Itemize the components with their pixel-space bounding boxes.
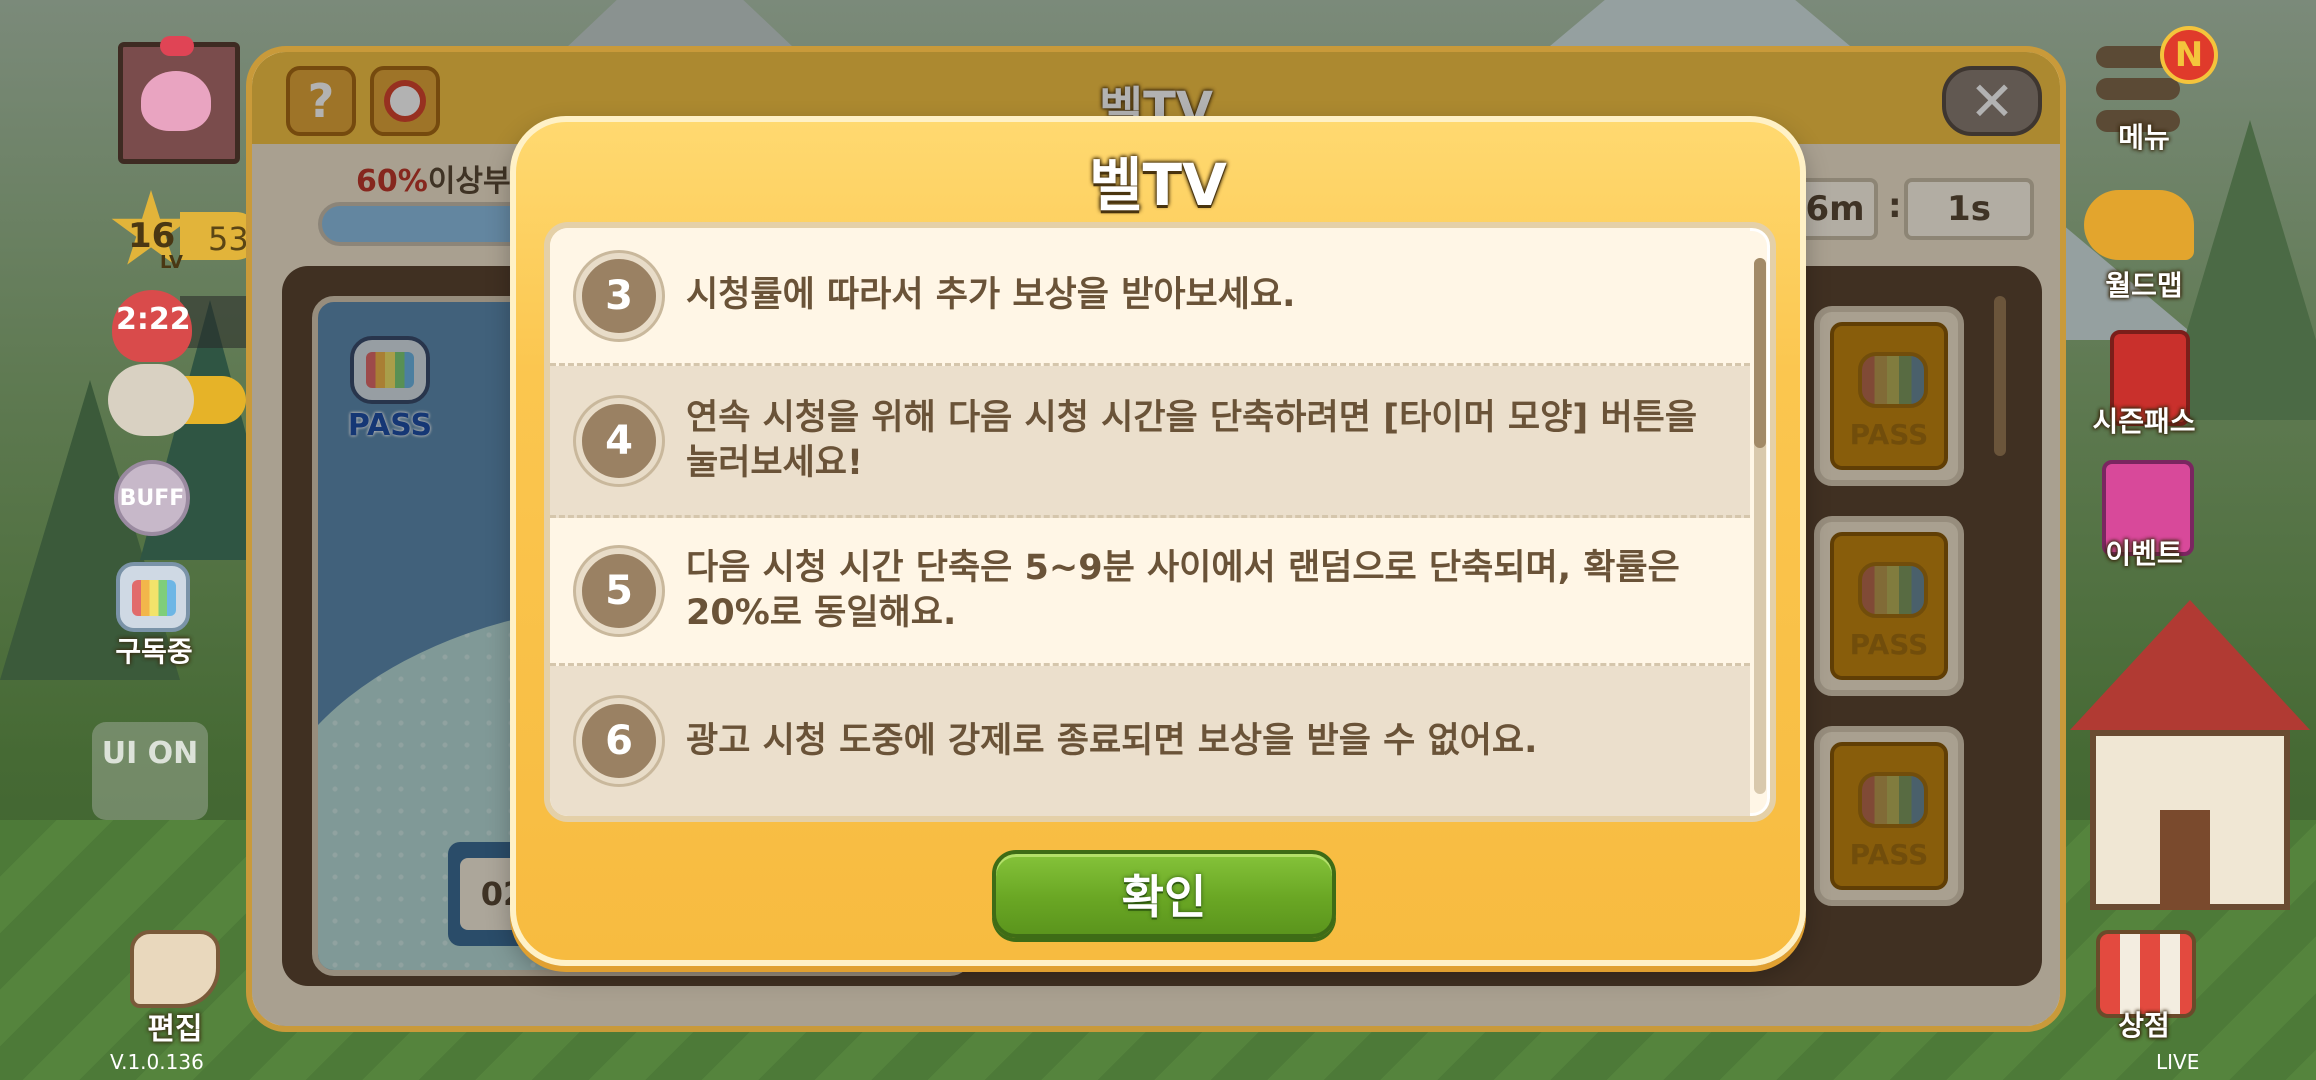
list-item: 3 시청률에 따라서 추가 보상을 받아보세요.: [550, 228, 1750, 366]
season-pass-label: 시즌패스: [2092, 405, 2196, 438]
info-list[interactable]: 3 시청률에 따라서 추가 보상을 받아보세요. 4 연속 시청을 위해 다음 …: [544, 222, 1776, 822]
shop-label: 상점: [2118, 1009, 2170, 1042]
item-text: 다음 시청 시간 단축은 5~9분 사이에서 랜덤으로 단축되며, 확률은 20…: [686, 547, 1680, 633]
avatar-bow-decoration: [160, 36, 194, 56]
subscription-label: 구독중: [115, 635, 193, 668]
level-number: 16: [128, 216, 176, 256]
edit-brush-icon[interactable]: [130, 930, 220, 1008]
village-house: [2060, 600, 2316, 930]
list-item: 6 광고 시청 도중에 강제로 종료되면 보상을 받을 수 없어요.: [550, 666, 1750, 816]
live-text: LIVE: [2156, 1050, 2200, 1074]
item-number-badge: 5: [576, 547, 662, 634]
menu-label: 메뉴: [2118, 121, 2170, 154]
item-text: 연속 시청을 위해 다음 시청 시간을 단축하려면 [타이머 모양] 버튼을 눌…: [686, 397, 1698, 483]
level-label: LV: [160, 252, 183, 273]
tv-subscription-icon[interactable]: [116, 562, 190, 632]
dialog-title: 벨TV: [1089, 151, 1227, 219]
list-scrollbar-thumb[interactable]: [1754, 258, 1766, 448]
item-text: 시청률에 따라서 추가 보상을 받아보세요.: [686, 275, 1296, 315]
list-item: 5 다음 시청 시간 단축은 5~9분 사이에서 랜덤으로 단축되며, 확률은 …: [550, 518, 1750, 666]
list-item: 4 연속 시청을 위해 다음 시청 시간을 단축하려면 [타이머 모양] 버튼을…: [550, 366, 1750, 518]
item-number-badge: 3: [576, 252, 662, 339]
item-text: 광고 시청 도중에 강제로 종료되면 보상을 받을 수 없어요.: [686, 720, 1538, 761]
item-number-badge: 6: [576, 698, 662, 784]
edit-label: 편집: [147, 1012, 203, 1047]
airplane-icon[interactable]: [2084, 190, 2194, 260]
heart-timer: 2:22: [116, 302, 191, 337]
new-badge: N: [2160, 26, 2218, 84]
ui-toggle-button[interactable]: UI ON: [92, 722, 208, 820]
item-number-badge: 4: [576, 397, 662, 484]
level-progress-text: 53: [208, 220, 249, 258]
confirm-button[interactable]: 확인: [992, 850, 1336, 938]
wool-icon[interactable]: [108, 364, 194, 436]
buff-button[interactable]: BUFF: [114, 460, 190, 536]
version-text: V.1.0.136: [110, 1050, 204, 1074]
world-map-label: 월드맵: [2105, 269, 2183, 302]
info-dialog: 벨TV 3 시청률에 따라서 추가 보상을 받아보세요. 4 연속 시청을 위해…: [510, 116, 1806, 966]
event-label: 이벤트: [2105, 537, 2183, 570]
player-avatar[interactable]: [118, 42, 240, 164]
